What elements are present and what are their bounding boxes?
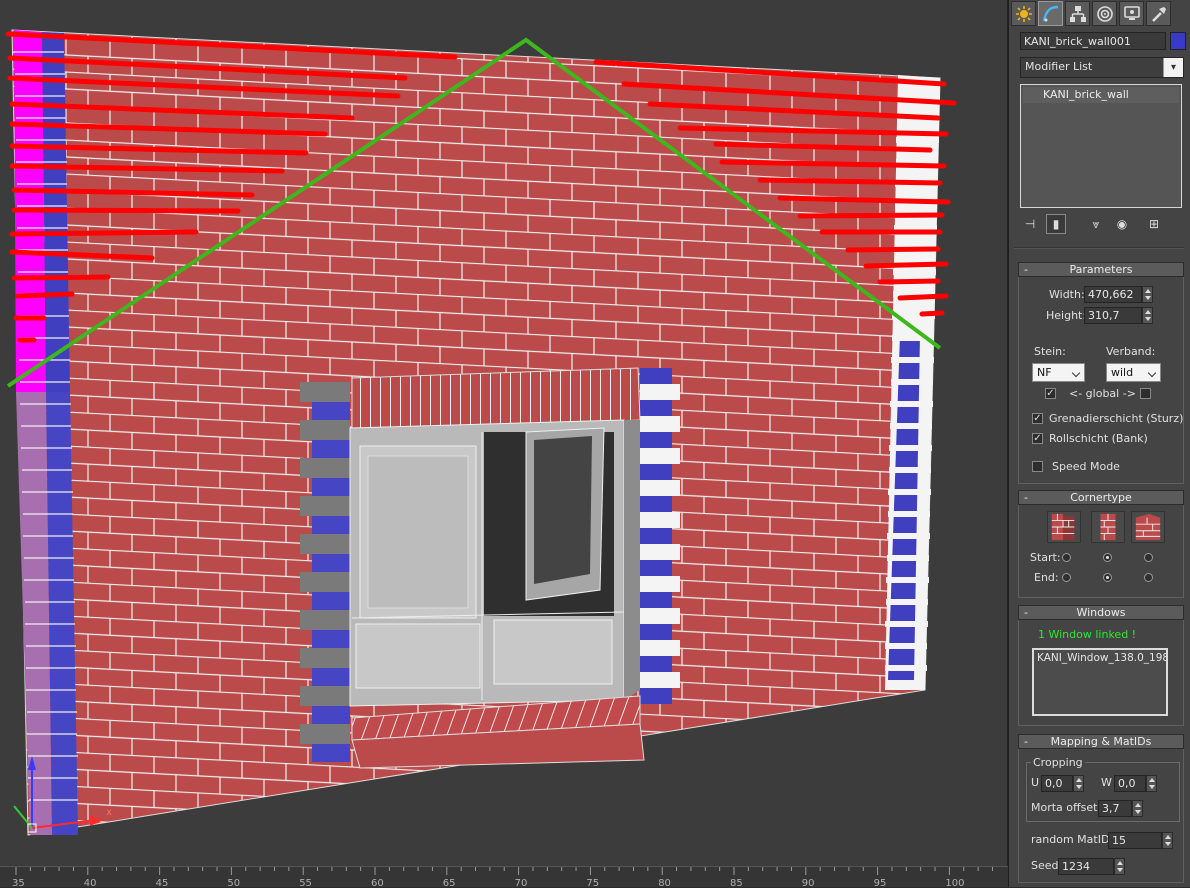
seed-label: Seed [1031, 859, 1059, 872]
global-right-checkbox[interactable] [1140, 388, 1151, 399]
tab-display[interactable] [1119, 1, 1144, 26]
tab-utilities[interactable] [1146, 1, 1171, 26]
stack-item[interactable]: KANI_brick_wall [1023, 87, 1179, 103]
display-icon [1123, 5, 1140, 20]
corner-type-1-icon[interactable] [1047, 511, 1081, 543]
window-object[interactable] [349, 419, 640, 707]
modifier-stack[interactable]: KANI_brick_wall [1020, 84, 1182, 208]
command-panel-tabs [1011, 1, 1171, 27]
time-ruler[interactable]: 35 40 45 50 55 60 65 70 75 80 85 90 95 100 [0, 866, 1008, 888]
corner-start-radio-1[interactable] [1062, 553, 1071, 562]
corner-type-3-icon[interactable] [1131, 511, 1165, 543]
grenadier-checkbox[interactable]: ✓ [1032, 413, 1043, 424]
modifier-list-dropdown[interactable]: Modifier List ▾ [1020, 57, 1184, 78]
u-label: U [1031, 776, 1040, 789]
motion-icon [1096, 5, 1113, 22]
u-spinner[interactable] [1073, 775, 1084, 792]
rollschicht-checkbox[interactable]: ✓ [1032, 433, 1043, 444]
rollout-parameters-header[interactable]: - Parameters [1018, 262, 1184, 277]
make-unique-icon[interactable]: ⩔ [1086, 214, 1106, 234]
windows-list[interactable]: KANI_Window_138.0_198. [1032, 648, 1168, 716]
collapse-icon: - [1024, 735, 1028, 748]
rollout-title: Windows [1076, 606, 1126, 619]
tab-hierarchy[interactable] [1065, 1, 1090, 26]
random-matids-input[interactable]: 15 [1108, 832, 1162, 849]
speed-mode-checkbox[interactable] [1032, 461, 1043, 472]
collapse-icon: - [1024, 491, 1028, 504]
morta-offset-spinner[interactable] [1132, 800, 1143, 817]
viewport-scene: x [5, 29, 957, 836]
ruler-ticks: 35 40 45 50 55 60 65 70 75 80 85 90 95 100 [12, 867, 993, 888]
collapse-icon: - [1024, 263, 1028, 276]
window-jamb-left [300, 382, 350, 762]
random-matids-spinner[interactable] [1162, 832, 1173, 849]
corner-start-label: Start: [1030, 551, 1061, 564]
cropping-label: Cropping [1031, 756, 1085, 769]
perspective-viewport[interactable]: x [0, 0, 1008, 866]
collapse-icon: - [1024, 606, 1028, 619]
random-matids-label: random MatIDs [1031, 833, 1116, 846]
modifier-list-label: Modifier List [1025, 60, 1093, 73]
show-end-result-icon[interactable]: ▮ [1046, 214, 1066, 234]
list-item[interactable]: KANI_Window_138.0_198. [1037, 652, 1166, 664]
verband-label: Verband: [1106, 345, 1156, 358]
grenadier-label: Grenadierschicht (Sturz) [1049, 412, 1184, 425]
rollout-mapping-header[interactable]: - Mapping & MatIDs [1018, 734, 1184, 749]
w-input[interactable]: 0,0 [1114, 775, 1146, 792]
axis-x-label: x [106, 807, 112, 818]
hierarchy-icon [1069, 5, 1086, 22]
rollout-title: Parameters [1069, 263, 1133, 276]
w-label: W [1101, 776, 1112, 789]
stack-toolbar: ⊣ ▮ ⩔ ◉ ⊞ [1020, 213, 1184, 235]
rollschicht-label: Rollschicht (Bank) [1049, 432, 1148, 445]
configure-sets-icon[interactable]: ⊞ [1144, 214, 1164, 234]
seed-spinner[interactable] [1114, 858, 1125, 875]
chevron-down-icon: ▾ [1163, 58, 1183, 77]
seed-input[interactable]: 1234 [1058, 858, 1114, 875]
morta-offset-label: Morta offset: [1031, 801, 1102, 814]
height-label: Height: [1046, 309, 1087, 322]
morta-offset-input[interactable]: 3,7 [1098, 800, 1132, 817]
create-icon [1015, 5, 1032, 22]
corner-start-radio-3[interactable] [1144, 553, 1153, 562]
verband-dropdown[interactable]: wild [1106, 363, 1161, 382]
height-spinner[interactable] [1142, 307, 1153, 324]
width-input[interactable]: 470,662 [1084, 286, 1142, 303]
windows-status: 1 Window linked ! [1038, 628, 1137, 641]
modify-icon [1042, 5, 1058, 21]
corner-start-radio-2[interactable] [1103, 553, 1112, 562]
corner-type-2-icon[interactable] [1091, 511, 1125, 543]
global-left-checkbox[interactable]: ✓ [1045, 388, 1056, 399]
speed-mode-label: Speed Mode [1052, 460, 1120, 473]
tab-modify[interactable] [1038, 1, 1063, 26]
corner-end-radio-2[interactable] [1103, 573, 1112, 582]
pin-stack-icon[interactable]: ⊣ [1020, 214, 1040, 234]
width-label: Width: [1049, 288, 1085, 301]
object-color-swatch[interactable] [1170, 32, 1186, 50]
corner-end-radio-3[interactable] [1144, 573, 1153, 582]
corner-end-radio-1[interactable] [1062, 573, 1071, 582]
rollout-title: Cornertype [1070, 491, 1132, 504]
rollout-windows-header[interactable]: - Windows [1018, 605, 1184, 620]
height-input[interactable]: 310,7 [1084, 307, 1142, 324]
divider [1014, 247, 1184, 249]
tab-motion[interactable] [1092, 1, 1117, 26]
object-name-field[interactable]: KANI_brick_wall001 [1020, 32, 1166, 50]
rollout-title: Mapping & MatIDs [1050, 735, 1152, 748]
tab-create[interactable] [1011, 1, 1036, 26]
remove-modifier-icon[interactable]: ◉ [1112, 214, 1132, 234]
u-input[interactable]: 0,0 [1041, 775, 1073, 792]
corner-end-label: End: [1034, 571, 1059, 584]
stein-label: Stein: [1034, 345, 1066, 358]
width-spinner[interactable] [1142, 286, 1153, 303]
command-panel: KANI_brick_wall001 Modifier List ▾ KANI_… [1008, 0, 1190, 887]
w-spinner[interactable] [1146, 775, 1157, 792]
global-label: <- global -> [1069, 387, 1136, 400]
stein-dropdown[interactable]: NF [1032, 363, 1085, 382]
utilities-icon [1151, 6, 1166, 22]
rollout-cornertype-header[interactable]: - Cornertype [1018, 490, 1184, 505]
